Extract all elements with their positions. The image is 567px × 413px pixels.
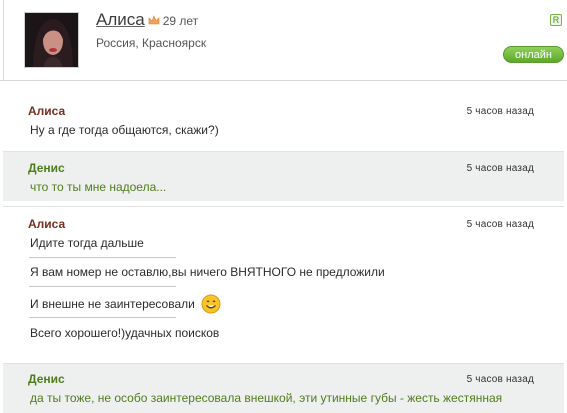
message-time: 5 часов назад	[466, 219, 534, 230]
message-time: 5 часов назад	[466, 106, 534, 117]
smiley-icon	[201, 294, 221, 314]
message-item: Денис 5 часов назад да ты тоже, не особо…	[3, 363, 564, 413]
left-border	[3, 0, 4, 80]
message-item: Алиса 5 часов назад Идите тогда дальше Я…	[3, 206, 564, 358]
message-author[interactable]: Денис	[28, 372, 65, 386]
message-text: И внешне не заинтересовали	[30, 297, 195, 311]
message-text-with-emoji: И внешне не заинтересовали	[30, 294, 221, 314]
message-author[interactable]: Алиса	[28, 217, 65, 231]
message-divider	[3, 363, 564, 364]
avatar[interactable]	[24, 12, 79, 68]
profile-header: Алиса 29 лет Россия, Красноярск R онлайн	[0, 0, 567, 80]
profile-age: 29 лет	[162, 14, 199, 28]
message-item: Алиса 5 часов назад Ну а где тогда общаю…	[3, 94, 564, 149]
online-status-badge: онлайн	[503, 46, 564, 63]
r-badge-icon[interactable]: R	[550, 14, 562, 26]
message-text: Всего хорошего!)удачных поисков	[30, 326, 220, 340]
profile-name-link[interactable]: Алиса	[96, 10, 145, 30]
message-time: 5 часов назад	[466, 374, 534, 385]
line-separator	[29, 317, 176, 318]
profile-location: Россия, Красноярск	[96, 36, 207, 50]
message-divider	[3, 151, 564, 152]
message-text: Ну а где тогда общаются, скажи?)	[30, 123, 219, 137]
line-separator	[29, 286, 176, 287]
profile-name-row: Алиса 29 лет	[96, 10, 198, 32]
message-text: Идите тогда дальше	[30, 236, 144, 250]
message-text: Я вам номер не оставлю,вы ничего ВНЯТНОГ…	[30, 265, 385, 279]
message-text: да ты тоже, не особо заинтересовала внеш…	[30, 391, 503, 405]
message-author[interactable]: Алиса	[28, 104, 65, 118]
message-divider	[3, 206, 564, 207]
crown-icon	[148, 12, 160, 25]
message-time: 5 часов назад	[466, 163, 534, 174]
header-divider	[0, 80, 567, 81]
line-separator	[29, 257, 176, 258]
message-author[interactable]: Денис	[28, 161, 65, 175]
message-text: что то ты мне надоела...	[30, 180, 167, 194]
message-item: Денис 5 часов назад что то ты мне надоел…	[3, 151, 564, 201]
